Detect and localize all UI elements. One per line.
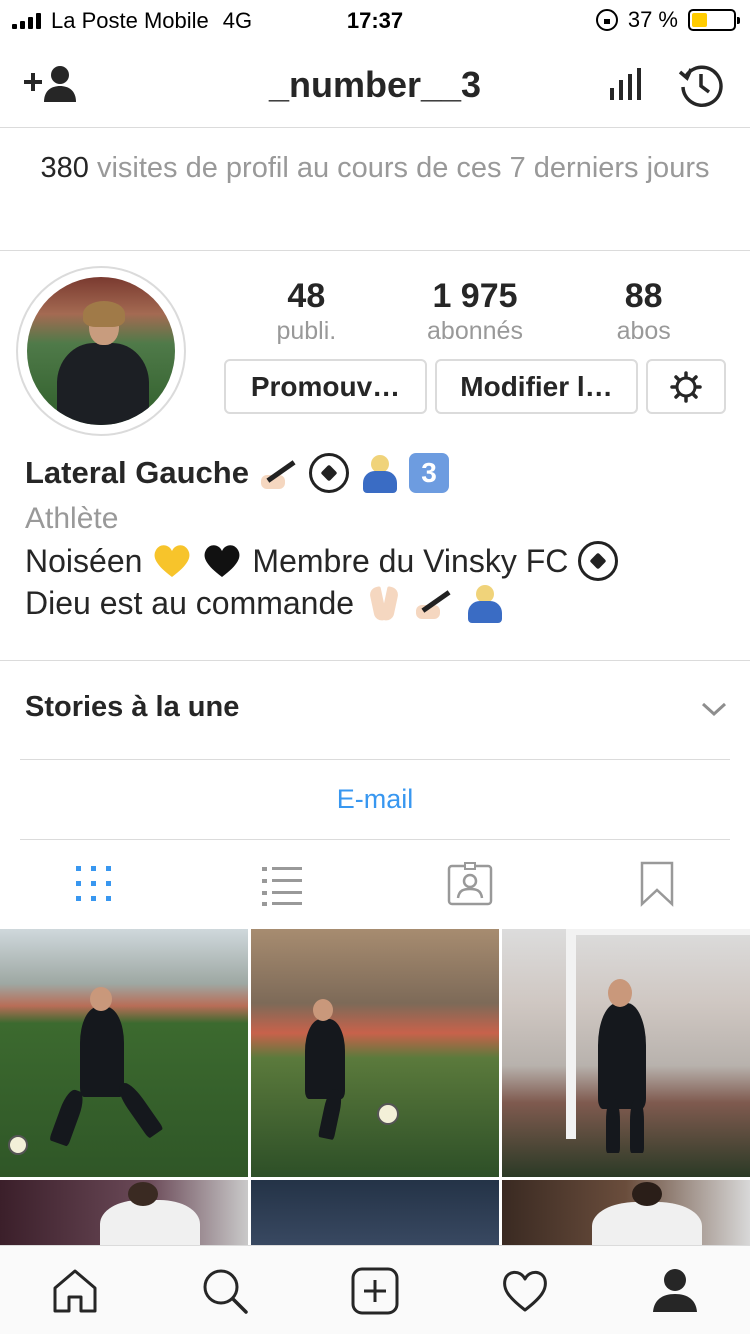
bio-line-1: Noiséen Membre du Vinsky FC	[25, 540, 725, 582]
bottom-nav	[0, 1245, 750, 1334]
posts-grid	[0, 929, 750, 1245]
soccer-ball-emoji-icon	[308, 453, 349, 493]
stat-following[interactable]: 88 abos	[559, 276, 728, 346]
post-thumbnail[interactable]	[502, 929, 750, 1177]
gear-icon	[670, 370, 702, 403]
email-contact-button[interactable]: E-mail	[0, 760, 750, 839]
bio-text: Noiséen	[25, 543, 143, 579]
keycap-3-emoji-icon: 3	[408, 453, 449, 493]
status-right: 37 %	[595, 7, 740, 33]
home-icon[interactable]	[50, 1266, 100, 1316]
highlights-title: Stories à la une	[25, 691, 240, 723]
profile-tabs	[0, 840, 750, 928]
tagged-icon[interactable]	[446, 860, 494, 908]
post-thumbnail[interactable]	[0, 929, 248, 1177]
list-icon[interactable]	[258, 860, 306, 908]
profile-header-bar: _number__3	[0, 40, 750, 128]
post-thumbnail[interactable]	[251, 1180, 499, 1245]
praying-hands-emoji-icon	[364, 583, 404, 623]
bio-name-row: Lateral Gauche 3	[25, 452, 725, 494]
bio: Lateral Gauche 3 Athlète Noiséen Membre …	[25, 452, 725, 624]
post-thumbnail[interactable]	[502, 1180, 750, 1245]
bio-line-2: Dieu est au commande	[25, 582, 725, 624]
activity-icon[interactable]	[500, 1266, 550, 1316]
display-name: Lateral Gauche	[25, 455, 249, 490]
stat-value: 48	[287, 277, 326, 315]
profile-icon[interactable]	[650, 1266, 700, 1316]
soccer-ball-emoji-icon	[578, 541, 619, 581]
visits-count: 380	[40, 152, 89, 184]
profile-stats: 48 publi. 1 975 abonnés 88 abos	[222, 276, 728, 346]
bowing-person-emoji-icon	[464, 583, 504, 623]
stat-label: abos	[616, 317, 671, 345]
post-thumbnail[interactable]	[0, 1180, 248, 1245]
black-heart-emoji-icon	[202, 543, 242, 579]
chevron-down-icon[interactable]	[700, 699, 728, 719]
promote-button[interactable]: Promouv…	[224, 359, 427, 414]
stat-label: abonnés	[427, 317, 523, 345]
yellow-heart-emoji-icon	[152, 543, 192, 579]
battery-percent: 37 %	[627, 7, 678, 32]
stat-value: 88	[624, 277, 663, 315]
avatar-ring[interactable]	[16, 266, 186, 436]
avatar	[27, 277, 175, 425]
story-highlights-row[interactable]: Stories à la une	[0, 661, 750, 759]
saved-icon[interactable]	[633, 860, 681, 908]
post-thumbnail[interactable]	[251, 929, 499, 1177]
stat-label: publi.	[276, 317, 337, 345]
stat-value: 1 975	[432, 277, 518, 315]
bowing-person-emoji-icon	[359, 453, 399, 493]
grid-icon[interactable]	[70, 860, 118, 908]
bio-text: Dieu est au commande	[25, 585, 355, 621]
settings-button[interactable]	[646, 359, 726, 414]
battery-icon	[688, 9, 740, 31]
writing-hand-emoji-icon	[259, 453, 299, 493]
category-label: Athlète	[25, 502, 119, 535]
edit-profile-button[interactable]: Modifier l…	[435, 359, 638, 414]
stat-posts[interactable]: 48 publi.	[222, 276, 391, 346]
status-bar: La Poste Mobile 4G 17:37 37 %	[0, 0, 750, 40]
profile-visits-banner[interactable]: 380 visites de profil au cours de ces 7 …	[0, 129, 750, 251]
bio-text: Membre du Vinsky FC	[252, 543, 569, 579]
history-icon[interactable]	[678, 62, 724, 108]
stats-icon[interactable]	[608, 66, 644, 102]
visits-text: visites de profil au cours de ces 7 dern…	[88, 152, 710, 184]
orientation-lock-icon	[595, 9, 618, 31]
stat-followers[interactable]: 1 975 abonnés	[391, 276, 560, 346]
search-icon[interactable]	[200, 1266, 250, 1316]
writing-hand-emoji-icon	[414, 583, 454, 623]
new-post-icon[interactable]	[350, 1266, 400, 1316]
